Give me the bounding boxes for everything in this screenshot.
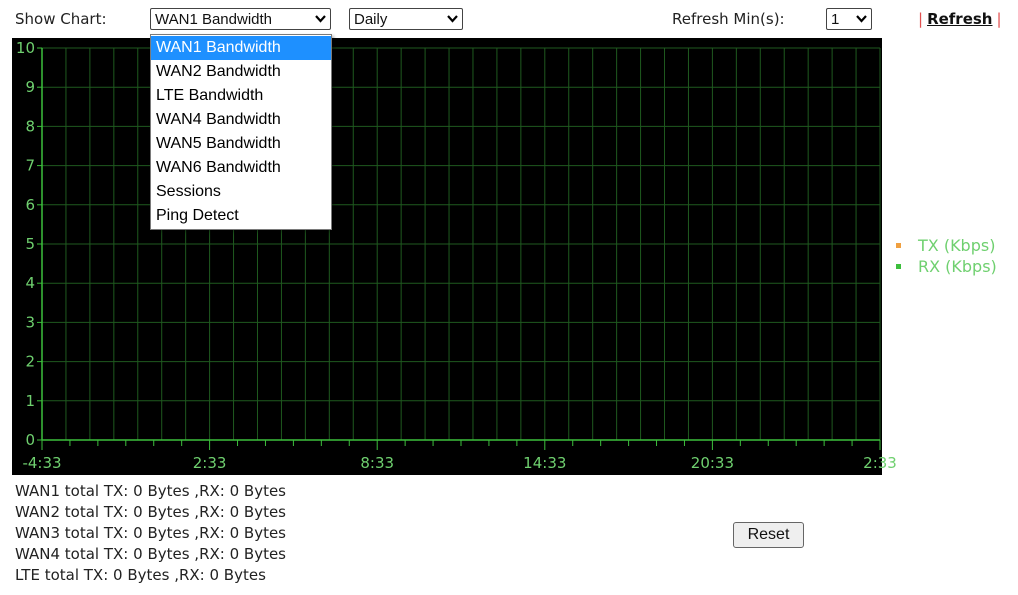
x-tick-label: -4:33 [22, 454, 61, 472]
chart-type-select-value: WAN1 Bandwidth [155, 10, 272, 28]
y-tick-label: 3 [25, 313, 35, 331]
y-tick-label: 1 [25, 392, 35, 410]
dropdown-option[interactable]: LTE Bandwidth [151, 84, 331, 108]
totals-list: WAN1 total TX: 0 Bytes ,RX: 0 Bytes WAN2 … [15, 481, 286, 586]
y-tick-label: 8 [25, 117, 35, 135]
chevron-down-icon [315, 15, 326, 23]
chart-background [12, 38, 882, 475]
refresh-group: | Refresh | [918, 10, 1002, 28]
y-tick-label: 7 [25, 157, 35, 175]
legend-swatch [896, 243, 901, 248]
chevron-down-icon [856, 15, 867, 23]
dropdown-option[interactable]: WAN6 Bandwidth [151, 156, 331, 180]
refresh-min-select[interactable]: 1 [826, 8, 872, 30]
dropdown-option[interactable]: WAN4 Bandwidth [151, 108, 331, 132]
dropdown-option[interactable]: Ping Detect [151, 204, 331, 228]
legend-label: RX (Kbps) [918, 257, 997, 276]
show-chart-label: Show Chart: [15, 10, 107, 28]
separator-pipe: | [996, 10, 1002, 28]
y-tick-label: 6 [25, 196, 35, 214]
dropdown-option[interactable]: WAN5 Bandwidth [151, 132, 331, 156]
legend-swatch [896, 264, 901, 269]
total-line: WAN4 total TX: 0 Bytes ,RX: 0 Bytes [15, 545, 286, 563]
period-select-value: Daily [354, 10, 388, 28]
y-tick-label: 4 [25, 274, 35, 292]
y-tick-label: 2 [25, 353, 35, 371]
x-tick-label: 20:33 [691, 454, 734, 472]
x-tick-label: 2:33 [863, 454, 897, 472]
total-line: LTE total TX: 0 Bytes ,RX: 0 Bytes [15, 566, 266, 584]
separator-pipe: | [918, 10, 924, 28]
refresh-min-select-value: 1 [831, 10, 840, 28]
refresh-link[interactable]: Refresh [927, 10, 992, 28]
dropdown-option[interactable]: Sessions [151, 180, 331, 204]
x-tick-label: 8:33 [360, 454, 394, 472]
total-line: WAN3 total TX: 0 Bytes ,RX: 0 Bytes [15, 524, 286, 542]
y-tick-label: 0 [25, 431, 35, 449]
total-line: WAN2 total TX: 0 Bytes ,RX: 0 Bytes [15, 503, 286, 521]
chart-type-select[interactable]: WAN1 Bandwidth [150, 8, 331, 30]
x-tick-label: 14:33 [523, 454, 566, 472]
dropdown-option[interactable]: WAN2 Bandwidth [151, 60, 331, 84]
refresh-min-label: Refresh Min(s): [672, 10, 785, 28]
total-line: WAN1 total TX: 0 Bytes ,RX: 0 Bytes [15, 482, 286, 500]
chart-type-dropdown-list[interactable]: WAN1 Bandwidth WAN2 Bandwidth LTE Bandwidt… [150, 34, 332, 230]
legend-label: TX (Kbps) [917, 236, 995, 255]
period-select[interactable]: Daily [349, 8, 463, 30]
x-tick-label: 2:33 [193, 454, 227, 472]
y-tick-label: 5 [25, 235, 35, 253]
chevron-down-icon [447, 15, 458, 23]
y-tick-label: 9 [25, 78, 35, 96]
reset-button[interactable]: Reset [733, 522, 804, 548]
y-tick-label: 10 [16, 39, 35, 57]
dropdown-option[interactable]: WAN1 Bandwidth [151, 36, 331, 60]
